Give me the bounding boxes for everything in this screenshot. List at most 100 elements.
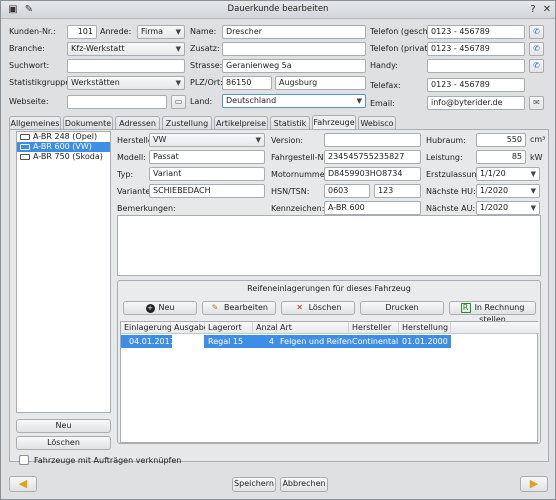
modell-field[interactable]: Passat: [149, 150, 265, 164]
tire-edit-button[interactable]: ✎ Bearbeiten: [202, 301, 276, 315]
hubraum-unit: cm³: [530, 135, 546, 144]
browser-icon[interactable]: ▭: [171, 95, 186, 109]
close-icon[interactable]: ✕: [541, 4, 553, 16]
fahrgestell-field[interactable]: 234545755235827: [324, 150, 421, 164]
erstzulassung-select[interactable]: 1/1/20 ▼: [476, 167, 540, 181]
phone-icon[interactable]: ✆: [529, 59, 544, 73]
name-field[interactable]: Drescher: [222, 25, 366, 39]
typ-label: Typ:: [117, 170, 134, 179]
tire-edit-label: Bearbeiten: [224, 303, 268, 312]
motornummer-field[interactable]: D8459903HO8734: [324, 167, 421, 181]
tire-storage-table[interactable]: Einlagerung Ausgabe Lagerort Anzahl Art …: [120, 321, 539, 443]
tab-adressen[interactable]: Adressen: [115, 116, 160, 130]
column-header[interactable]: Einlagerung: [121, 322, 172, 334]
list-item[interactable]: A-BR 248 (Opel): [17, 132, 110, 142]
erstzulassung-value: 1/1/20: [480, 169, 506, 178]
variante-field[interactable]: SCHIEBEDACH: [149, 184, 265, 198]
chevron-down-icon: ▼: [175, 28, 181, 36]
tab-webisco[interactable]: Webisco: [358, 116, 396, 130]
tsn-field[interactable]: 123: [374, 184, 421, 198]
ort-field[interactable]: Augsburg: [275, 76, 366, 90]
phone-icon[interactable]: ✆: [529, 42, 544, 56]
vehicle-label: A-BR 600 (VW): [33, 142, 92, 151]
edit-icon: ✎: [211, 303, 219, 312]
kundennr-field[interactable]: 101: [67, 25, 97, 39]
car-icon: [20, 134, 30, 140]
hubraum-field[interactable]: 550: [476, 133, 526, 147]
cell-ausgabe: [172, 335, 204, 348]
zusatz-field[interactable]: [222, 42, 366, 56]
branche-select[interactable]: Kfz-Werkstatt ▼: [67, 42, 185, 56]
motornummer-label: Motornummer:: [271, 170, 331, 179]
cell-anzahl: 4: [268, 337, 274, 346]
hsn-field[interactable]: 0603: [324, 184, 370, 198]
column-header[interactable]: Lagerort: [205, 322, 253, 334]
kennzeichen-field[interactable]: A-BR 600: [324, 201, 421, 215]
column-header[interactable]: Art: [277, 322, 349, 334]
column-header[interactable]: Ausgabe: [171, 322, 209, 334]
name-label: Name:: [190, 27, 217, 36]
land-select[interactable]: Deutschland ▼: [222, 94, 366, 108]
handy-field[interactable]: [427, 59, 525, 73]
naechste-hu-value: 1/2020: [480, 186, 509, 195]
tire-invoice-button[interactable]: R In Rechnung stellen: [449, 301, 536, 324]
naechste-hu-label: Nächste HU:: [426, 187, 476, 196]
anrede-select[interactable]: Firma ▼: [137, 25, 185, 39]
vehicle-list[interactable]: A-BR 248 (Opel) A-BR 600 (VW) A-BR 750 (…: [16, 131, 111, 413]
naechste-au-value: 1/2020: [480, 203, 509, 212]
column-header[interactable]: Hersteller: [349, 322, 399, 334]
branche-label: Branche:: [9, 44, 45, 53]
email-field[interactable]: info@byterider.de: [427, 96, 525, 110]
telefax-field[interactable]: 0123 - 456789: [427, 78, 525, 92]
save-button[interactable]: Speichern: [232, 477, 276, 492]
next-arrow-icon[interactable]: ▶: [520, 476, 548, 492]
strasse-field[interactable]: Geranienweg 5a: [222, 59, 366, 73]
anrede-label: Anrede:: [100, 27, 132, 36]
tab-dokumente[interactable]: Dokumente: [63, 116, 113, 130]
window-title: Dauerkunde bearbeiten: [227, 4, 329, 14]
naechste-hu-select[interactable]: 1/2020 ▼: [476, 184, 540, 198]
cell-hersteller: Continental: [352, 337, 399, 346]
column-header[interactable]: Anzahl: [253, 322, 283, 334]
tab-statistik[interactable]: Statistik: [270, 116, 310, 130]
help-icon[interactable]: ?: [527, 4, 539, 16]
webseite-field[interactable]: [67, 95, 167, 109]
tab-artikelpreise[interactable]: Artikelpreise: [214, 116, 268, 130]
chevron-down-icon: ▼: [175, 45, 181, 53]
typ-field[interactable]: Variant: [149, 167, 265, 181]
statistikgruppe-value: Werkstätten: [71, 78, 120, 87]
vehicle-label: A-BR 750 (Skoda): [33, 152, 103, 161]
bemerkungen-textarea[interactable]: [117, 215, 541, 276]
tire-print-button[interactable]: Drucken: [360, 301, 444, 315]
telefon-privat-field[interactable]: 0123 - 456789: [427, 42, 525, 56]
telefon-privat-label: Telefon (privat):: [370, 44, 434, 53]
tire-new-button[interactable]: + Neu: [123, 301, 197, 315]
zusatz-label: Zusatz:: [190, 44, 220, 53]
hersteller-select[interactable]: VW ▼: [149, 133, 265, 147]
tab-allgemeines[interactable]: Allgemeines: [9, 116, 61, 130]
plz-field[interactable]: 86150: [222, 76, 272, 90]
cancel-button[interactable]: Abbrechen: [280, 477, 328, 492]
tire-delete-button[interactable]: ✕ Löschen: [281, 301, 355, 315]
link-orders-checkbox[interactable]: [19, 455, 29, 465]
suchwort-field[interactable]: [67, 59, 185, 73]
chevron-down-icon: ▼: [530, 204, 536, 212]
naechste-au-select[interactable]: 1/2020 ▼: [476, 201, 540, 215]
statistikgruppe-select[interactable]: Werkstätten ▼: [67, 76, 185, 90]
tab-zustellung[interactable]: Zustellung: [162, 116, 212, 130]
vehicle-delete-button[interactable]: Löschen: [16, 436, 111, 450]
leistung-label: Leistung:: [426, 153, 463, 162]
phone-icon[interactable]: ✆: [529, 25, 544, 39]
column-header[interactable]: Herstellung: [399, 322, 451, 334]
version-field[interactable]: [324, 133, 421, 147]
list-item[interactable]: A-BR 750 (Skoda): [17, 152, 110, 162]
leistung-unit: kW: [530, 153, 543, 162]
leistung-field[interactable]: 85: [476, 150, 526, 164]
tab-fahrzeuge[interactable]: Fahrzeuge: [312, 115, 356, 130]
tire-new-label: Neu: [158, 303, 175, 312]
mail-icon[interactable]: ✉: [529, 96, 544, 110]
list-item[interactable]: A-BR 600 (VW): [17, 142, 110, 152]
previous-arrow-icon[interactable]: ◀: [9, 476, 37, 492]
telefon-gesch-field[interactable]: 0123 - 456789: [427, 25, 525, 39]
vehicle-new-button[interactable]: Neu: [16, 419, 111, 433]
